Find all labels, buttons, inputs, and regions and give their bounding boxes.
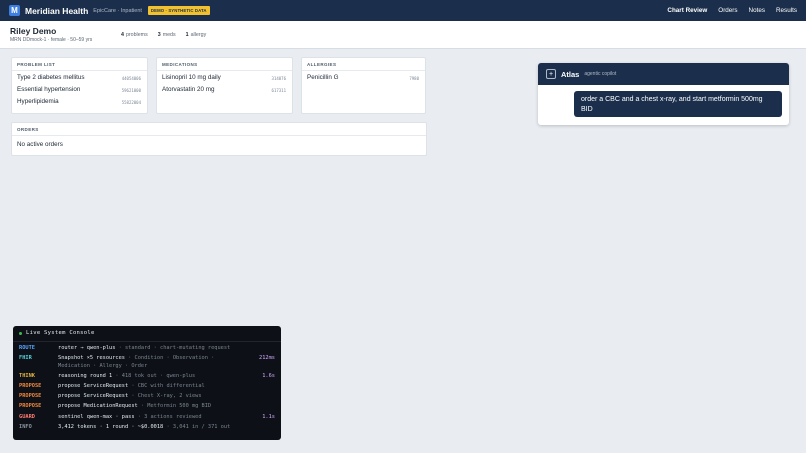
- plus-icon[interactable]: +: [546, 69, 556, 79]
- problem-list-title: PROBLEM LIST: [12, 58, 147, 71]
- console-line: ROUTE router → qwen-plus · standard · cha…: [19, 345, 275, 353]
- brand-name: Meridian Health: [25, 5, 89, 16]
- patient-meta: MRN DDmock-1 · female · 50–59 yrs: [10, 37, 93, 43]
- console-line: PROPOSE propose MedicationRequest · Metfo…: [19, 403, 275, 411]
- top-bar: M Meridian Health EpicCare · Inpatient D…: [0, 0, 806, 21]
- console-header: Live System Console: [19, 330, 95, 336]
- problem-code: 55822004: [121, 100, 141, 105]
- allergy-code: 7980: [409, 76, 419, 81]
- stat-allergy: 1 allergy: [185, 32, 207, 38]
- console-message: router → qwen-plus · standard · chart-mu…: [58, 345, 231, 351]
- console-line: INFO 3,412 tokens · 1 round · ~$0.0018 · …: [19, 424, 275, 432]
- console-message: 3,412 tokens · 1 round · ~$0.0018 · 3,04…: [58, 423, 231, 430]
- list-item[interactable]: Lisinopril 10 mg daily 314076: [157, 71, 292, 83]
- console-line: PROPOSE propose ServiceRequest · CBC with…: [19, 383, 275, 391]
- console-line: PROPOSE propose ServiceRequest · Chest X-…: [19, 393, 275, 401]
- allergy-name: Penicillin G: [307, 74, 339, 81]
- medication-name: Lisinopril 10 mg daily: [162, 74, 221, 81]
- top-nav: Chart Review Orders Notes Results: [656, 0, 797, 21]
- nav-notes[interactable]: Notes: [749, 7, 765, 14]
- allergies-card: ALLERGIES Penicillin G 7980: [301, 57, 426, 114]
- app-logo: M: [9, 5, 20, 16]
- allergies-title: ALLERGIES: [302, 58, 425, 71]
- console-level: PROPOSE: [19, 393, 42, 400]
- console-message: Snapshot ×5 resources · Condition · Obse…: [58, 355, 215, 362]
- problem-name: Type 2 diabetes mellitus: [17, 74, 85, 81]
- medications-card: MEDICATIONS Lisinopril 10 mg daily 31407…: [156, 57, 293, 114]
- problem-name: Hyperlipidemia: [17, 98, 59, 105]
- console-level: FHIR: [19, 355, 32, 362]
- console-message: propose ServiceRequest · CBC with differ…: [58, 383, 205, 389]
- console-message: propose MedicationRequest · Metformin 50…: [58, 403, 212, 410]
- brand-subtitle: EpicCare · Inpatient: [93, 7, 142, 14]
- console-line: THINK reasoning round 1 · 418 tok out · q…: [19, 373, 275, 381]
- console-time: 1.1s: [262, 413, 275, 420]
- console-time: 212ms: [259, 355, 275, 362]
- medication-name: Atorvastatin 20 mg: [162, 86, 215, 93]
- orders-empty-text: No active orders: [17, 141, 63, 148]
- stat-meds: 3 meds: [157, 32, 176, 38]
- list-item[interactable]: Essential hypertension 59621000: [12, 83, 147, 95]
- patient-name: Riley Demo: [10, 26, 57, 36]
- console-level: THINK: [19, 372, 35, 379]
- list-item[interactable]: Hyperlipidemia 55822004: [12, 95, 147, 107]
- console-level: INFO: [19, 423, 32, 430]
- problem-code: 59621000: [121, 88, 141, 93]
- console-line: GUARD sentinel qwen-max · pass · 3 action…: [19, 414, 275, 422]
- nav-orders[interactable]: Orders: [718, 7, 737, 14]
- console-message: reasoning round 1 · 418 tok out · qwen-p…: [58, 372, 196, 379]
- system-console: Live System Console ROUTE router → qwen-p…: [13, 326, 281, 440]
- console-message: sentinel qwen-max · pass · 3 actions rev…: [58, 413, 202, 420]
- console-message: Medication · Allergy · Order: [58, 362, 148, 369]
- console-message: propose ServiceRequest · Chest X-ray, 2 …: [58, 393, 202, 400]
- medications-title: MEDICATIONS: [157, 58, 292, 71]
- medication-code: 617311: [271, 88, 286, 93]
- console-level: PROPOSE: [19, 383, 42, 389]
- problem-name: Essential hypertension: [17, 86, 81, 93]
- console-title: Live System Console: [26, 330, 95, 336]
- console-divider: [13, 341, 281, 342]
- medication-code: 314076: [271, 76, 286, 81]
- problem-code: 44054006: [121, 76, 141, 81]
- patient-header: Riley Demo MRN DDmock-1 · female · 50–59…: [0, 21, 806, 49]
- orders-title: ORDERS: [12, 123, 426, 136]
- demo-badge: DEMO · SYNTHETIC DATA: [147, 6, 210, 15]
- copilot-subtitle: agentic copilot: [584, 71, 617, 77]
- status-dot-icon: [19, 331, 22, 335]
- list-item[interactable]: Penicillin G 7980: [302, 71, 425, 83]
- list-item[interactable]: Type 2 diabetes mellitus 44054006: [12, 71, 147, 83]
- user-message-bubble: order a CBC and a chest x-ray, and start…: [574, 91, 782, 117]
- problem-list-card: PROBLEM LIST Type 2 diabetes mellitus 44…: [11, 57, 148, 114]
- console-level: GUARD: [19, 413, 35, 420]
- console-line: Medication · Allergy · Order: [19, 363, 275, 371]
- console-time: 1.6s: [262, 372, 275, 379]
- nav-results[interactable]: Results: [776, 7, 797, 14]
- copilot-header: + Atlas agentic copilot: [538, 63, 789, 85]
- orders-card: ORDERS No active orders: [11, 122, 427, 156]
- list-item[interactable]: Atorvastatin 20 mg 617311: [157, 83, 292, 95]
- copilot-name: Atlas: [561, 69, 580, 79]
- patient-stats: 4 problems 3 meds 1 allergy: [121, 32, 216, 38]
- copilot-panel: + Atlas agentic copilot order a CBC and …: [538, 63, 789, 125]
- console-level: ROUTE: [19, 345, 35, 351]
- stat-problems: 4 problems: [121, 32, 148, 38]
- nav-chart-review[interactable]: Chart Review: [667, 7, 707, 14]
- console-level: PROPOSE: [19, 403, 42, 410]
